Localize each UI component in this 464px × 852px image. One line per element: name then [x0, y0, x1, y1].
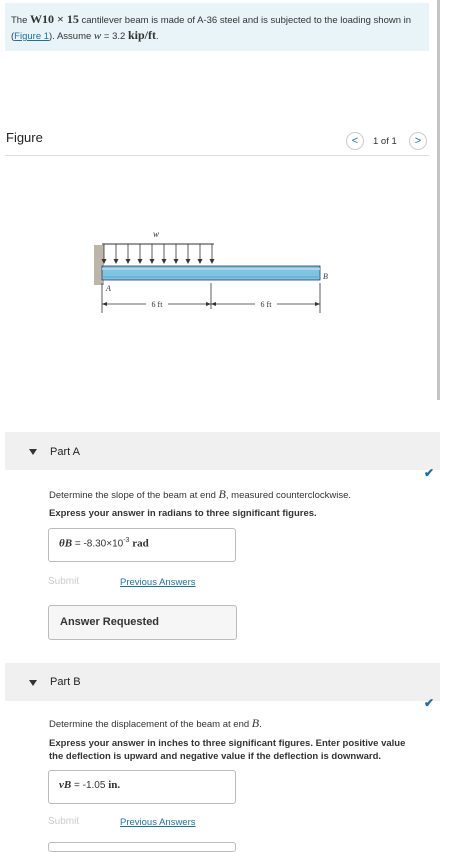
part-a-answer-exponent: -3 — [123, 537, 130, 544]
theta-b-symbol: θB — [59, 537, 73, 550]
part-a-answer-value: -8.30×10 — [83, 538, 124, 550]
problem-text-3: ). Assume — [49, 31, 92, 42]
part-b-answer-unit: in. — [108, 779, 121, 791]
part-b-label: Part B — [50, 676, 81, 688]
part-a-previous-answers-link[interactable]: Previous Answers — [120, 577, 196, 588]
chevron-left-icon: < — [351, 135, 359, 147]
part-b-question: Determine the displacement of the beam a… — [49, 716, 262, 731]
load-label: w — [153, 229, 159, 239]
answer-requested-button[interactable]: Answer Requested — [48, 605, 237, 640]
part-b-next-panel — [48, 842, 236, 852]
prev-figure-button[interactable]: < — [346, 132, 364, 150]
beam — [101, 265, 321, 281]
beam-designation: W10 × 15 — [30, 12, 79, 26]
problem-text-1: The — [11, 15, 28, 26]
span-2-label: 6 ft — [261, 300, 273, 309]
figure-link[interactable]: Figure 1 — [14, 31, 49, 42]
part-a-question-text-2: , measured counterclockwise. — [225, 490, 352, 501]
part-b-instruction-1: Express your answer in inches to three s… — [49, 738, 406, 749]
point-b-label: B — [323, 272, 328, 281]
equals-sign: = — [74, 780, 80, 791]
span-1-label: 6 ft — [152, 300, 164, 309]
part-a-question-text: Determine the slope of the beam at end — [49, 490, 216, 501]
point-a-label: A — [105, 284, 111, 293]
distributed-load-arrows — [101, 244, 215, 264]
figure-divider — [5, 155, 429, 156]
part-b-instruction-2: the deflection is upward and negative va… — [49, 751, 382, 762]
figure-count: 1 of 1 — [373, 136, 397, 147]
figure-title: Figure — [6, 130, 43, 145]
w-symbol: w — [93, 30, 102, 42]
part-a-answer-unit: rad — [132, 537, 149, 550]
part-b-answer-field[interactable]: vB = -1.05 in. — [48, 770, 236, 804]
load-unit: kip/ft — [127, 28, 156, 42]
part-b-submit-button[interactable]: Submit — [48, 816, 79, 827]
part-a-question-point: B — [218, 487, 226, 501]
next-figure-button[interactable]: > — [409, 132, 427, 150]
equals-sign: = — [74, 538, 81, 550]
answer-requested-label: Answer Requested — [60, 616, 160, 628]
part-b-question-text-2: . — [259, 719, 262, 730]
part-b-previous-answers-link[interactable]: Previous Answers — [120, 817, 196, 828]
part-b-question-text: Determine the displacement of the beam a… — [49, 719, 250, 730]
dimension-lines — [101, 283, 321, 313]
collapse-triangle-icon[interactable] — [29, 449, 37, 455]
part-a-answer-field[interactable]: θB = -8.30×10-3 rad — [48, 528, 236, 562]
part-a-instruction: Express your answer in radians to three … — [49, 508, 317, 519]
checkmark-icon: ✔ — [424, 696, 435, 710]
problem-text-4: = 3.2 — [103, 31, 126, 42]
figure-scrollbar[interactable] — [437, 0, 440, 400]
chevron-right-icon: > — [414, 135, 422, 147]
checkmark-icon: ✔ — [424, 466, 435, 480]
problem-text-5: . — [155, 31, 159, 42]
problem-statement: The W10 × 15 cantilever beam is made of … — [11, 12, 421, 44]
part-a-label: Part A — [50, 446, 80, 458]
v-b-symbol: vB — [59, 779, 72, 791]
part-a-question: Determine the slope of the beam at end B… — [49, 487, 351, 502]
collapse-triangle-icon[interactable] — [29, 680, 37, 686]
part-a-submit-button[interactable]: Submit — [48, 576, 79, 587]
part-b-answer-value: -1.05 — [82, 780, 106, 791]
beam-diagram: w A B 6 ft 6 ft — [94, 229, 328, 313]
